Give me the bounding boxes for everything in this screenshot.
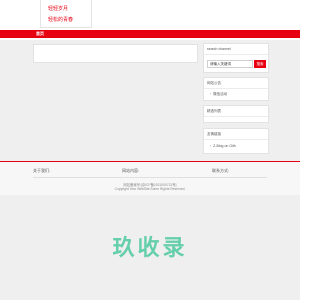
nav-dropdown-menu: 轻轻岁月 轻松的青春 <box>40 0 92 28</box>
bullet-icon: › <box>210 92 212 96</box>
search-widget: search channel 请输入关键词 搜索 <box>203 43 269 73</box>
friend-link-label: Z-Blog on Gith <box>213 144 236 148</box>
search-input[interactable]: 请输入关键词 <box>207 60 253 68</box>
nav-bar: 首页 <box>0 30 300 38</box>
notice-link[interactable]: › 微信活动 <box>210 92 227 97</box>
friend-links-title: 友情链接 <box>207 132 221 136</box>
friend-link[interactable]: › Z-Blog on Gith <box>210 144 236 148</box>
divider <box>204 116 268 117</box>
dropdown-item[interactable]: 轻松的青春 <box>48 16 73 23</box>
bullet-icon: › <box>210 144 212 148</box>
nav-item-home[interactable]: 首页 <box>36 31 44 37</box>
footer-about: 关于我们: <box>33 168 51 173</box>
search-widget-title: search channel <box>207 47 231 51</box>
footer-site: 网站内容: <box>122 168 140 173</box>
footer-contact: 联系方式: <box>212 168 230 173</box>
footer-separator <box>33 177 267 178</box>
divider <box>204 139 268 140</box>
dropdown-item[interactable]: 轻轻岁月 <box>48 5 68 12</box>
search-button[interactable]: 搜索 <box>254 60 266 68</box>
notice-widget-title: 网站公告 <box>207 81 221 85</box>
recent-widget-title: 精选列表 <box>207 109 221 113</box>
divider <box>204 88 268 89</box>
notice-widget: 网站公告 › 微信活动 <box>203 77 269 101</box>
footer-copyright: Copyright Your WebSite.Some Rights Reser… <box>114 187 186 191</box>
watermark-logo: 玖收录 <box>112 235 188 260</box>
footer: 关于我们: 网站内容: 联系方式: 网站备案号:[京ICP备2021000712… <box>0 162 300 195</box>
divider <box>204 54 268 55</box>
friend-links-widget: 友情链接 › Z-Blog on Gith <box>203 128 269 154</box>
notice-link-label: 微信活动 <box>213 92 228 96</box>
main-content-panel <box>33 44 198 63</box>
recent-widget: 精选列表 <box>203 105 269 123</box>
